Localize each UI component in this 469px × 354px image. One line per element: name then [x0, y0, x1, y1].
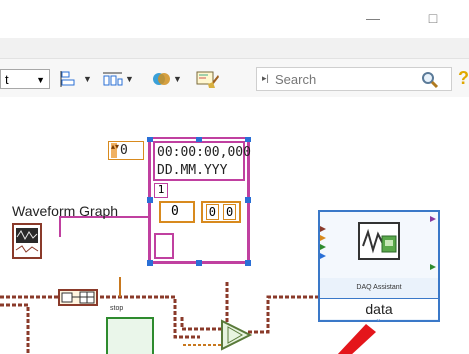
search-icon[interactable] [421, 71, 439, 89]
wire-pink[interactable] [59, 216, 152, 237]
build-array-icon [61, 291, 95, 304]
toolbar-spacer [0, 97, 469, 137]
daq-output-terminals [430, 216, 436, 270]
graph-icon [15, 228, 39, 253]
help-icon[interactable]: ? [458, 68, 469, 89]
maximize-button[interactable]: □ [422, 8, 444, 28]
reorder-icon [153, 73, 170, 85]
window-titlebar: — □ [0, 0, 469, 38]
align-objects-icon [60, 71, 75, 87]
daq-icon-area [320, 212, 438, 278]
daq-input-terminals [320, 226, 326, 259]
toolbar: t ▼ ▼ ▼ ▼ ▸| Search ? [0, 59, 469, 98]
selection-handles [147, 137, 251, 266]
daq-assistant-vi[interactable]: DAQ Assistant data ⌄ [318, 210, 440, 323]
chevron-down-icon: ▼ [83, 74, 92, 84]
waveform-graph-label: Waveform Graph [12, 203, 119, 219]
red-pen-annotation [337, 324, 376, 354]
waveform-graph-terminal[interactable] [12, 223, 42, 259]
search-input[interactable] [275, 70, 405, 88]
chevron-down-icon: ▼ [173, 74, 182, 84]
chevron-right-icon: ▸| [262, 73, 269, 83]
menu-bar [0, 38, 469, 59]
cleanup-diagram-button[interactable] [196, 69, 220, 89]
numeric-constant-value: 0 [120, 143, 128, 158]
broom-icon [196, 71, 219, 88]
build-array-node[interactable] [58, 289, 98, 306]
stop-label: stop [110, 305, 124, 312]
align-objects-button[interactable]: ▼ [60, 69, 92, 89]
font-dropdown-value: t [5, 72, 9, 87]
block-diagram: ▴▾ 0 00:00:00,000 DD.MM.YYY 1 0 0 0 Wave… [0, 137, 469, 354]
numeric-constant-top[interactable]: ▴▾ 0 [108, 141, 144, 160]
compound-arithmetic-node[interactable] [220, 319, 254, 351]
stop-button-terminal[interactable] [106, 317, 154, 354]
distribute-objects-icon [103, 72, 123, 86]
minimize-button[interactable]: — [362, 8, 384, 28]
reorder-button[interactable]: ▼ [152, 69, 182, 89]
daq-assistant-label: DAQ Assistant [320, 278, 438, 298]
font-dropdown[interactable]: t ▼ [0, 69, 50, 89]
constant-type-icon: ▴▾ [111, 143, 119, 158]
distribute-objects-button[interactable]: ▼ [102, 69, 134, 89]
search-box: ▸| [256, 67, 452, 91]
wire-brown[interactable] [0, 282, 318, 354]
chevron-down-icon: ▼ [125, 74, 134, 84]
daq-device-icon [358, 222, 400, 260]
chevron-down-icon: ▼ [36, 75, 45, 85]
